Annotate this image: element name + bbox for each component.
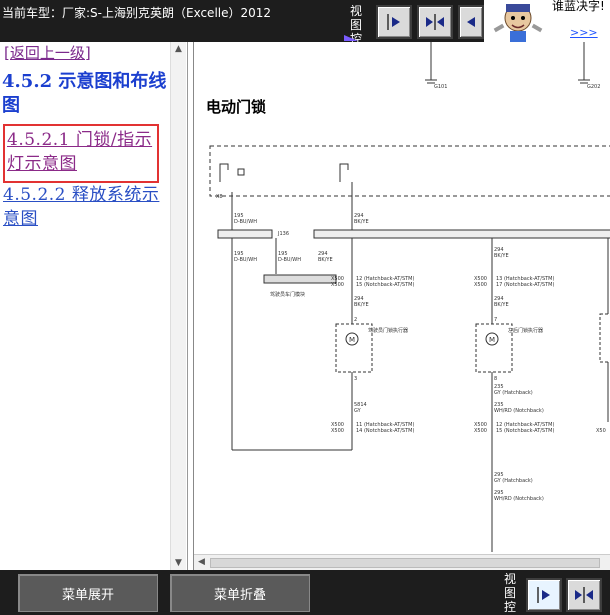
view-control-char: 图 — [349, 18, 362, 32]
ground-label: G202 — [587, 84, 600, 90]
menu-collapse-button[interactable]: 菜单折叠 — [170, 574, 310, 612]
connector-label: X8 — [216, 194, 223, 200]
connector-pin: 14 (Notchback-AT/STM) — [356, 428, 414, 434]
arrow-right-icon — [537, 587, 550, 603]
view-control-char: 视 — [349, 4, 362, 18]
scroll-up-icon[interactable]: ▲ — [175, 44, 182, 54]
connector-label: X500 — [474, 428, 487, 434]
motor-symbol: M — [489, 336, 495, 344]
component-label: 驾驶员车门模块 — [270, 291, 305, 298]
wire-color: GY (Hatchback) — [494, 390, 533, 396]
wire-color: D-BU/WH — [234, 257, 257, 263]
component-label: 左后门锁执行器 — [508, 327, 543, 334]
motor-symbol: M — [349, 336, 355, 344]
connector-label: X500 — [474, 282, 487, 288]
view-control-char: 控 — [503, 600, 516, 614]
connector-label: X500 — [331, 428, 344, 434]
wire-color: WH/RD (Notchback) — [494, 408, 544, 414]
sidebar-item-door-lock[interactable]: 4.5.2.1 门锁/指示灯示意图 — [7, 130, 152, 174]
connector-pin: 17 (Notchback-AT/STM) — [496, 282, 554, 288]
sidebar-scrollbar[interactable]: ▲ ▼ — [170, 42, 186, 570]
arrow-left-icon — [467, 17, 475, 27]
component-label: 驾驶员门锁执行器 — [368, 327, 408, 334]
view-control-char: 图 — [503, 586, 516, 600]
wire-color: GY (Hatchback) — [494, 478, 533, 484]
diagram-viewer: G101 G202 X8 195 D-BU/WH 294 BK/YE J136 … — [193, 42, 610, 570]
split-view-button-bottom[interactable] — [566, 578, 602, 612]
ad-more-link[interactable]: >>> — [570, 26, 598, 39]
section-heading[interactable]: 4.5.2 示意图和布线图 — [2, 70, 170, 118]
ad-banner[interactable]: 谁蓝决字! >>> — [484, 0, 610, 42]
view-control-char: 视 — [503, 572, 516, 586]
wire-color: D-BU/WH — [278, 257, 301, 263]
ad-text: 谁蓝决字! — [552, 0, 605, 13]
split-arrows-icon — [426, 14, 444, 30]
top-toolbar: 当前车型：厂家:S-上海别克英朗（Excelle）2012 视 图 控 谁蓝决字… — [0, 0, 610, 46]
bottom-toolbar: 菜单展开 菜单折叠 视 图 控 — [0, 570, 610, 615]
wire-color: WH/RD (Notchback) — [494, 496, 544, 502]
pin-number: 2 — [354, 317, 357, 323]
wire-color: GY — [354, 408, 362, 414]
splice-label: J136 — [277, 231, 289, 237]
mascot-icon — [493, 4, 543, 42]
pin-number: 8 — [494, 376, 497, 382]
scroll-left-icon[interactable]: ◀ — [198, 557, 205, 567]
scroll-down-icon[interactable]: ▼ — [175, 558, 182, 568]
wire-color: BK/YE — [354, 219, 369, 225]
connector-label: X50 — [596, 428, 606, 434]
scroll-thumb[interactable] — [210, 558, 600, 568]
view-control-label: 视 图 控 — [344, 4, 368, 46]
wire-color: BK/YE — [318, 257, 333, 263]
wire-color: D-BU/WH — [234, 219, 257, 225]
menu-expand-button[interactable]: 菜单展开 — [18, 574, 158, 612]
ground-label: G101 — [434, 84, 447, 90]
prev-page-button[interactable] — [458, 5, 484, 39]
connector-label: X500 — [331, 282, 344, 288]
sidebar-item-release-system[interactable]: 4.5.2.2 释放系统示意图 — [3, 183, 169, 231]
view-control-label: 视 图 控 — [498, 572, 522, 614]
app-window: 当前车型：厂家:S-上海别克英朗（Excelle）2012 视 图 控 谁蓝决字… — [0, 0, 610, 615]
horizontal-scrollbar[interactable]: ◀ — [194, 554, 610, 570]
arrow-right-icon — [387, 14, 400, 30]
next-page-button-bottom[interactable] — [526, 578, 562, 612]
diagram-title: 电动门锁 — [206, 98, 267, 116]
wire-color: BK/YE — [354, 302, 369, 308]
pin-number: 7 — [494, 317, 497, 323]
wire-color: BK/YE — [494, 302, 509, 308]
connector-pin: 15 (Notchback-AT/STM) — [496, 428, 554, 434]
split-view-button[interactable] — [417, 5, 453, 39]
current-car-model: 当前车型：厂家:S-上海别克英朗（Excelle）2012 — [2, 6, 272, 20]
sidebar-item-current[interactable]: 4.5.2.1 门锁/指示灯示意图 — [3, 124, 159, 183]
wire-color: BK/YE — [494, 253, 509, 259]
wiring-diagram: G101 G202 X8 195 D-BU/WH 294 BK/YE J136 … — [209, 42, 610, 552]
corner-marker-icon — [344, 35, 358, 41]
back-link[interactable]: [返回上一级] — [4, 42, 91, 63]
connector-pin: 15 (Notchback-AT/STM) — [356, 282, 414, 288]
split-arrows-icon — [575, 587, 593, 603]
pin-number: 3 — [354, 376, 357, 382]
sidebar-nav: [返回上一级] 4.5.2 示意图和布线图 4.5.2.1 门锁/指示灯示意图 … — [0, 42, 188, 570]
next-page-button[interactable] — [376, 5, 412, 39]
